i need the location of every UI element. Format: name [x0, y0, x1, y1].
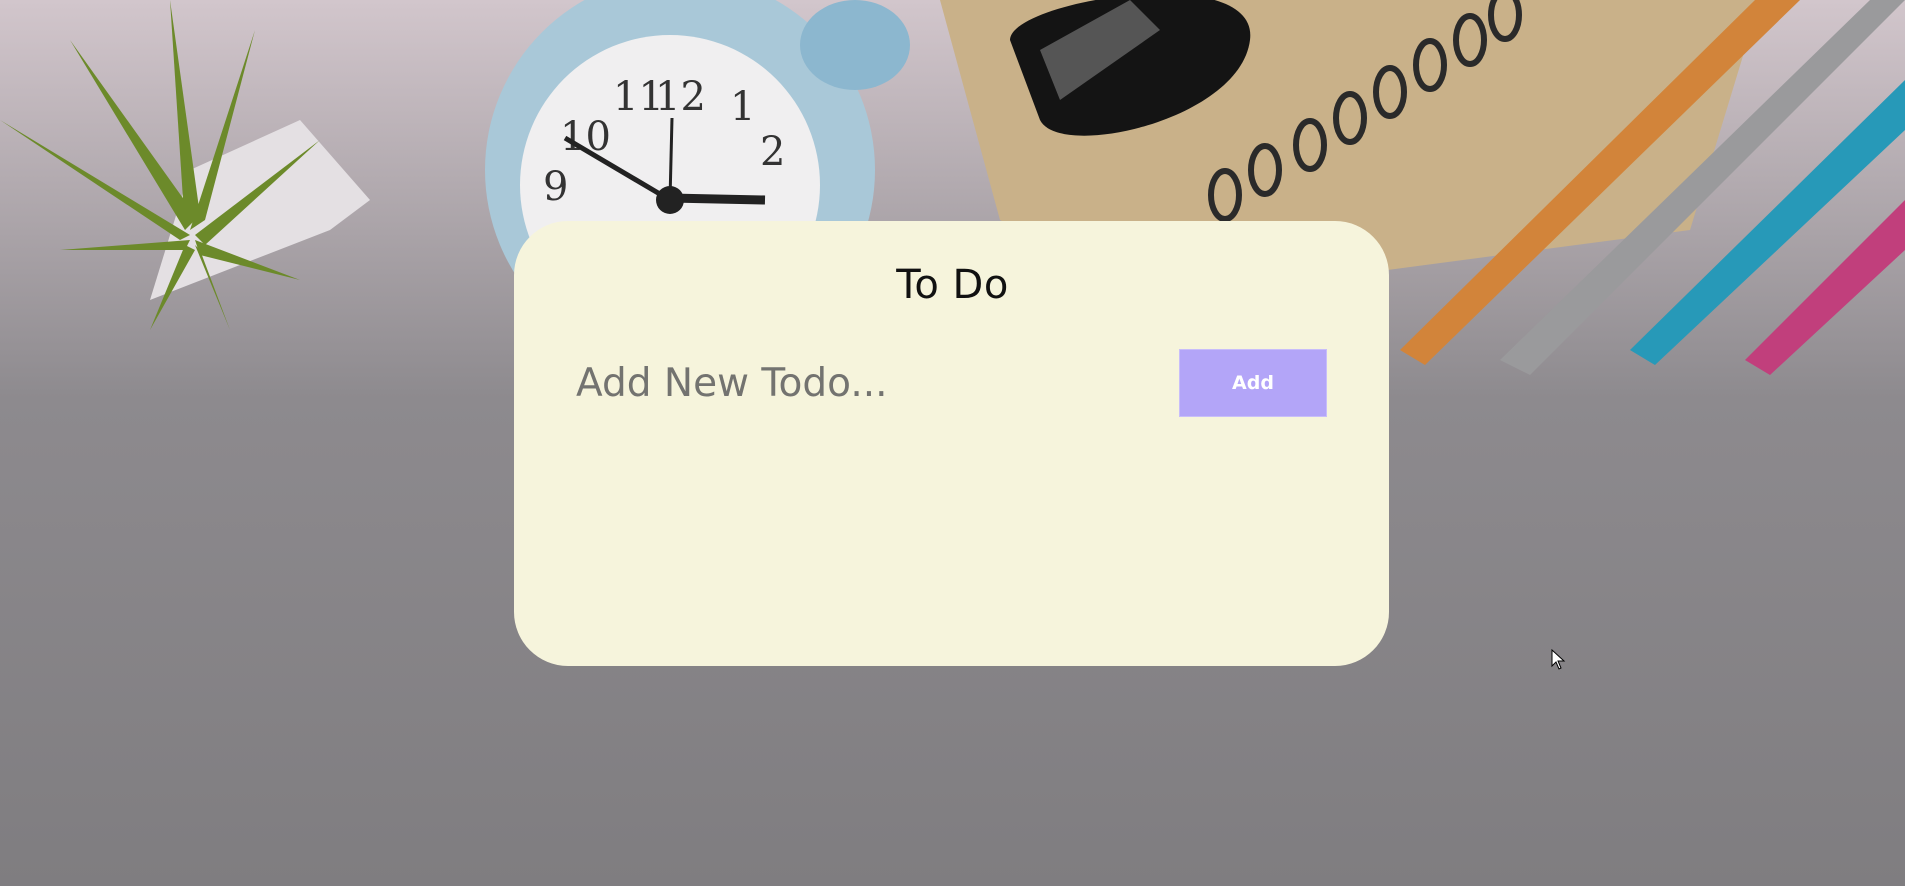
svg-text:11: 11 [613, 74, 664, 120]
page-title: To Do [896, 262, 1009, 308]
svg-text:1: 1 [730, 84, 755, 130]
add-todo-button[interactable]: Add [1179, 349, 1327, 417]
svg-text:9: 9 [543, 164, 568, 210]
svg-text:2: 2 [760, 129, 785, 175]
new-todo-input[interactable] [576, 352, 1136, 414]
mouse-cursor-icon [1551, 648, 1567, 671]
